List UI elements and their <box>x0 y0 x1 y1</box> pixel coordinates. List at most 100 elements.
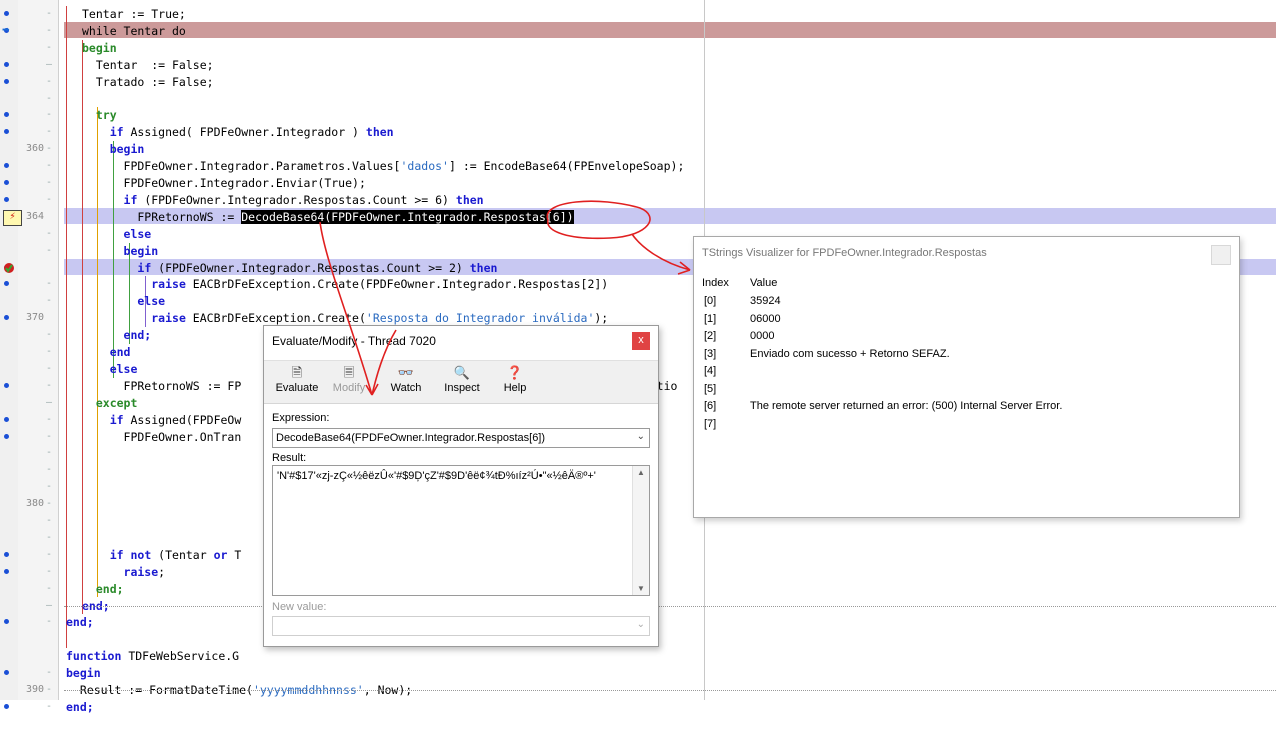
code-line[interactable]: - begin <box>0 40 1276 56</box>
code-text[interactable]: begin <box>82 141 145 157</box>
chevron-down-icon[interactable]: ⌄ <box>637 431 645 442</box>
code-text[interactable]: else <box>82 361 138 377</box>
visualizer-value-cell[interactable]: 35924 <box>750 295 781 307</box>
close-button[interactable] <box>1211 245 1231 265</box>
modify-button[interactable]: 🗏 Modify <box>328 364 370 400</box>
code-text[interactable]: if not (Tentar or T <box>82 547 242 563</box>
code-text[interactable]: else <box>82 226 152 242</box>
scroll-down-icon[interactable]: ▼ <box>637 584 645 593</box>
compiled-line-dot-icon[interactable] <box>4 281 9 287</box>
code-line[interactable]: – Tentar := False; <box>0 57 1276 73</box>
code-line[interactable]: - if (FPDFeOwner.Integrador.Respostas.Co… <box>0 192 1276 208</box>
result-memo[interactable]: 'N'#$17'«zj-zÇ«½êëzÛ«'#$9Ḑ'çZ'#$9D'êë¢¾t… <box>272 465 650 596</box>
compiled-line-dot-icon[interactable] <box>4 670 9 676</box>
visualizer-index-cell[interactable]: [4] <box>704 365 716 377</box>
visualizer-value-cell[interactable]: 06000 <box>750 313 781 325</box>
compiled-line-dot-icon[interactable] <box>4 416 9 422</box>
watch-button[interactable]: 👓 Watch <box>386 364 426 400</box>
compiled-line-dot-icon[interactable] <box>4 382 9 388</box>
code-line[interactable]: - if Assigned( FPDFeOwner.Integrador ) t… <box>0 124 1276 140</box>
code-line[interactable]: ➡ - while Tentar do <box>0 23 1276 39</box>
code-line[interactable]: - FPDFeOwner.Integrador.Parametros.Value… <box>0 158 1276 174</box>
compiled-line-dot-icon[interactable] <box>4 703 9 709</box>
code-line[interactable]: - try <box>0 107 1276 123</box>
code-line[interactable]: ⚡ 364 FPRetornoWS := DecodeBase64(FPDFeOw… <box>0 209 1276 226</box>
code-text[interactable]: end; <box>82 327 152 343</box>
compiled-line-dot-icon[interactable] <box>4 180 9 185</box>
code-text[interactable]: FPDFeOwner.Integrador.Enviar(True); <box>82 175 366 191</box>
close-button[interactable]: x <box>632 332 650 350</box>
code-text[interactable]: end; <box>66 699 94 715</box>
code-line[interactable]: 360- begin <box>0 141 1276 157</box>
code-line[interactable]: - Tratado := False; <box>0 74 1276 90</box>
visualizer-index-cell[interactable]: [2] <box>704 330 716 342</box>
breakpoint-icon[interactable] <box>3 262 15 274</box>
code-token: FPRetornoWS := FP <box>82 378 242 393</box>
code-line[interactable]: - <box>0 91 1276 107</box>
code-text[interactable]: end; <box>66 614 94 630</box>
evaluate-modify-dialog[interactable]: Evaluate/Modify - Thread 7020 x 🗎 Evalua… <box>263 325 659 647</box>
new-value-combobox[interactable]: ⌄ <box>272 616 650 636</box>
visualizer-index-cell[interactable]: [6] <box>704 400 716 412</box>
visualizer-index-cell[interactable]: [0] <box>704 295 716 307</box>
visualizer-value-cell[interactable]: Enviado com sucesso + Retorno SEFAZ. <box>750 348 950 360</box>
compiled-line-dot-icon[interactable] <box>4 433 9 439</box>
code-line[interactable]: - Tentar := True; <box>0 6 1276 22</box>
code-text[interactable]: try <box>82 107 117 123</box>
code-text[interactable]: else <box>82 293 165 309</box>
code-text[interactable]: FPDFeOwner.Integrador.Parametros.Values[… <box>82 158 685 174</box>
code-text[interactable]: begin <box>66 665 101 681</box>
visualizer-value-cell[interactable]: The remote server returned an error: (50… <box>750 400 1062 412</box>
code-text[interactable]: Tentar := False; <box>82 57 214 73</box>
visualizer-index-cell[interactable]: [7] <box>704 418 716 430</box>
code-text[interactable]: raise; <box>82 564 166 580</box>
code-text[interactable]: if Assigned( FPDFeOwner.Integrador ) the… <box>82 124 394 140</box>
code-text[interactable]: if Assigned(FPDFeOw <box>82 412 242 428</box>
code-text[interactable]: function TDFeWebService.G <box>66 648 239 664</box>
code-line[interactable]: - end; <box>0 699 1276 715</box>
code-line[interactable]: - begin <box>0 665 1276 681</box>
code-text[interactable]: raise EACBrDFeException.Create(FPDFeOwne… <box>82 276 608 292</box>
compiled-line-dot-icon[interactable] <box>4 11 9 16</box>
code-text[interactable]: end <box>82 344 131 360</box>
expression-combobox[interactable]: DecodeBase64(FPDFeOwner.Integrador.Respo… <box>272 428 650 448</box>
visualizer-value-cell[interactable]: 0000 <box>750 330 774 342</box>
compiled-line-dot-icon[interactable] <box>4 619 9 625</box>
code-text[interactable]: Tratado := False; <box>82 74 214 90</box>
chevron-down-icon[interactable]: ⌄ <box>637 619 645 630</box>
code-line[interactable] <box>0 716 1276 732</box>
tstrings-visualizer-window[interactable]: TStrings Visualizer for FPDFeOwner.Integ… <box>693 236 1240 518</box>
visualizer-index-cell[interactable]: [1] <box>704 313 716 325</box>
code-line[interactable]: function TDFeWebService.G <box>0 648 1276 664</box>
code-text[interactable]: if (FPDFeOwner.Integrador.Respostas.Coun… <box>82 260 497 276</box>
code-text[interactable]: while Tentar do <box>82 23 186 39</box>
compiled-line-dot-icon[interactable] <box>4 112 9 118</box>
compiled-line-dot-icon[interactable] <box>4 129 9 135</box>
code-text[interactable]: FPDFeOwner.OnTran <box>82 429 242 445</box>
code-text[interactable]: FPRetornoWS := DecodeBase64(FPDFeOwner.I… <box>82 209 574 225</box>
compiled-line-dot-icon[interactable] <box>4 78 9 84</box>
evaluate-button[interactable]: 🗎 Evaluate <box>274 364 320 400</box>
visualizer-index-cell[interactable]: [5] <box>704 383 716 395</box>
code-text[interactable]: Tentar := True; <box>82 6 186 22</box>
code-line[interactable]: - FPDFeOwner.Integrador.Enviar(True); <box>0 175 1276 191</box>
code-text[interactable]: end; <box>82 581 124 597</box>
inspect-button[interactable]: 🔍 Inspect <box>440 364 484 400</box>
compiled-line-dot-icon[interactable] <box>4 551 9 557</box>
code-text[interactable]: begin <box>82 243 159 259</box>
visualizer-index-cell[interactable]: [3] <box>704 348 716 360</box>
index-column-header[interactable]: Index <box>702 277 729 289</box>
code-text[interactable]: if (FPDFeOwner.Integrador.Respostas.Coun… <box>82 192 484 208</box>
scroll-up-icon[interactable]: ▲ <box>637 468 645 477</box>
code-text[interactable]: except <box>82 395 138 411</box>
help-button[interactable]: ❓ Help <box>498 364 532 400</box>
compiled-line-dot-icon[interactable] <box>4 315 9 321</box>
code-text[interactable]: raise EACBrDFeException.Create('Resposta… <box>82 310 608 326</box>
result-scrollbar[interactable]: ▲ ▼ <box>632 466 649 595</box>
compiled-line-dot-icon[interactable] <box>4 568 9 574</box>
compiled-line-dot-icon[interactable] <box>4 163 9 169</box>
compiled-line-dot-icon[interactable] <box>4 61 9 67</box>
value-column-header[interactable]: Value <box>750 277 777 289</box>
code-text[interactable]: begin <box>82 40 117 56</box>
compiled-line-dot-icon[interactable] <box>4 196 9 202</box>
